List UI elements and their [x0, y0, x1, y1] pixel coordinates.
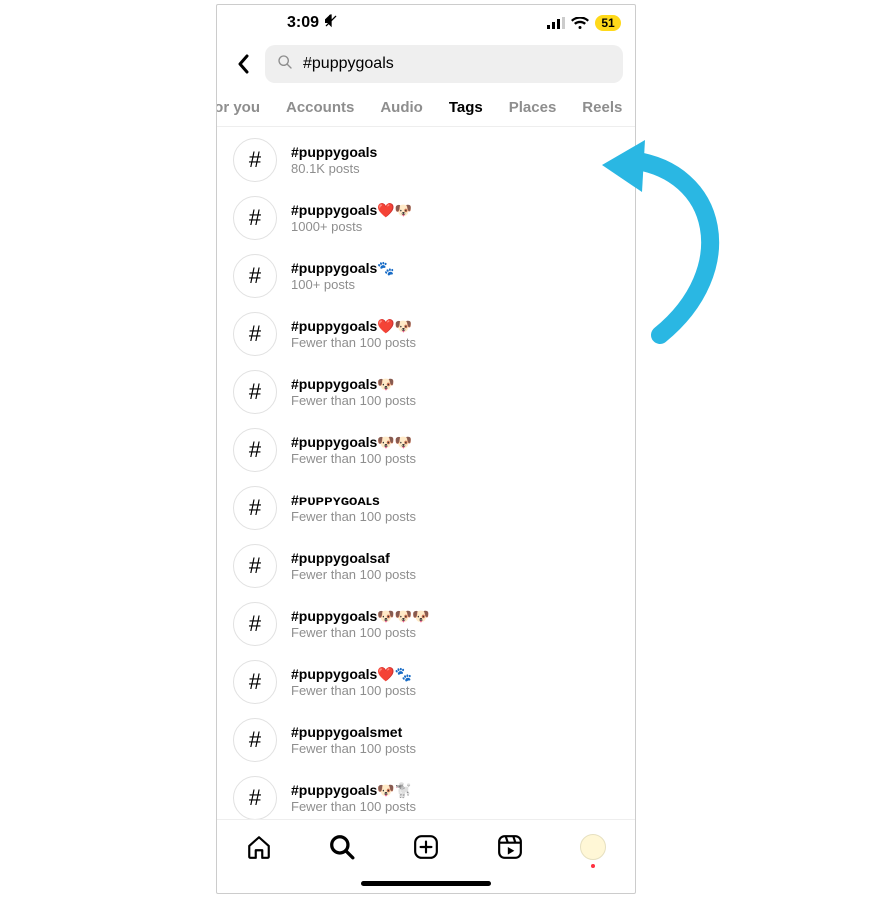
result-text: #puppygoalsmetFewer than 100 posts [291, 724, 416, 756]
result-text: #puppygoals🐶🐩Fewer than 100 posts [291, 782, 416, 814]
search-header [217, 41, 635, 93]
result-text: #ᴘᴜᴘᴘʏɢᴏᴀʟsFewer than 100 posts [291, 492, 416, 524]
hashtag-result[interactable]: # #puppygoals❤️🐶Fewer than 100 posts [217, 305, 635, 363]
tab-places[interactable]: Places [509, 93, 557, 126]
result-title: #ᴘᴜᴘᴘʏɢᴏᴀʟs [291, 492, 416, 509]
hashtag-result[interactable]: # #puppygoals❤️🐶1000+ posts [217, 189, 635, 247]
result-text: #puppygoals80.1K posts [291, 144, 377, 176]
nav-search[interactable] [327, 832, 357, 862]
status-bar: 3:09 51 [217, 5, 635, 41]
hashtag-icon: # [233, 718, 277, 762]
search-tabs: For you Accounts Audio Tags Places Reels [217, 93, 635, 127]
result-text: #puppygoals🐶🐶Fewer than 100 posts [291, 434, 416, 466]
nav-home[interactable] [244, 832, 274, 862]
search-input[interactable] [301, 54, 611, 74]
result-text: #puppygoals❤️🐶1000+ posts [291, 202, 412, 234]
result-title: #puppygoals🐶🐶🐶 [291, 608, 430, 625]
result-subtitle: 100+ posts [291, 277, 395, 293]
result-title: #puppygoals [291, 144, 377, 161]
hashtag-result[interactable]: # #puppygoals🐶🐶Fewer than 100 posts [217, 421, 635, 479]
result-title: #puppygoalsmet [291, 724, 416, 741]
cell-signal-icon [547, 17, 565, 29]
hashtag-icon: # [233, 544, 277, 588]
wifi-icon [571, 17, 589, 30]
result-subtitle: Fewer than 100 posts [291, 509, 416, 525]
hashtag-icon: # [233, 660, 277, 704]
tab-for-you[interactable]: For you [217, 93, 260, 126]
search-box[interactable] [265, 45, 623, 83]
result-title: #puppygoals❤️🐶 [291, 202, 412, 219]
hashtag-icon: # [233, 370, 277, 414]
result-subtitle: Fewer than 100 posts [291, 625, 430, 641]
back-button[interactable] [229, 48, 257, 80]
tab-reels[interactable]: Reels [582, 93, 622, 126]
result-subtitle: Fewer than 100 posts [291, 799, 416, 815]
hashtag-result[interactable]: # #puppygoals🐶🐶🐶Fewer than 100 posts [217, 595, 635, 653]
hashtag-result[interactable]: # #puppygoals80.1K posts [217, 131, 635, 189]
hashtag-icon: # [233, 486, 277, 530]
hashtag-icon: # [233, 428, 277, 472]
hashtag-result[interactable]: # #puppygoalsmetFewer than 100 posts [217, 711, 635, 769]
result-title: #puppygoals🐶🐩 [291, 782, 416, 799]
hashtag-icon: # [233, 138, 277, 182]
result-text: #puppygoals🐶Fewer than 100 posts [291, 376, 416, 408]
phone-frame: 3:09 51 [216, 4, 636, 894]
result-subtitle: Fewer than 100 posts [291, 393, 416, 409]
hashtag-icon: # [233, 776, 277, 819]
silent-icon [323, 13, 339, 34]
notification-dot [591, 864, 595, 868]
hashtag-result[interactable]: # #ᴘᴜᴘᴘʏɢᴏᴀʟsFewer than 100 posts [217, 479, 635, 537]
result-subtitle: Fewer than 100 posts [291, 683, 416, 699]
canvas: 3:09 51 [0, 0, 873, 900]
tab-audio[interactable]: Audio [380, 93, 423, 126]
hashtag-icon: # [233, 312, 277, 356]
result-subtitle: 1000+ posts [291, 219, 412, 235]
result-title: #puppygoals❤️🐾 [291, 666, 416, 683]
home-indicator [217, 873, 635, 893]
result-subtitle: 80.1K posts [291, 161, 377, 177]
battery-indicator: 51 [595, 15, 621, 31]
result-title: #puppygoals🐶 [291, 376, 416, 393]
result-text: #puppygoals❤️🐶Fewer than 100 posts [291, 318, 416, 350]
result-title: #puppygoals❤️🐶 [291, 318, 416, 335]
hashtag-icon: # [233, 196, 277, 240]
tab-tags[interactable]: Tags [449, 93, 483, 126]
nav-reels[interactable] [495, 832, 525, 862]
hashtag-icon: # [233, 254, 277, 298]
hashtag-result[interactable]: # #puppygoalsafFewer than 100 posts [217, 537, 635, 595]
result-title: #puppygoals🐾 [291, 260, 395, 277]
result-text: #puppygoals🐾100+ posts [291, 260, 395, 292]
result-title: #puppygoals🐶🐶 [291, 434, 416, 451]
status-time: 3:09 [287, 14, 319, 32]
tab-accounts[interactable]: Accounts [286, 93, 354, 126]
hashtag-result[interactable]: # #puppygoals🐶🐩Fewer than 100 posts [217, 769, 635, 819]
hashtag-result[interactable]: # #puppygoals❤️🐾Fewer than 100 posts [217, 653, 635, 711]
result-subtitle: Fewer than 100 posts [291, 741, 416, 757]
avatar [580, 834, 606, 860]
result-title: #puppygoalsaf [291, 550, 416, 567]
result-subtitle: Fewer than 100 posts [291, 451, 416, 467]
hashtag-result[interactable]: # #puppygoals🐾100+ posts [217, 247, 635, 305]
results-list[interactable]: ##puppygoals80.1K posts##puppygoals❤️🐶10… [217, 127, 635, 819]
nav-profile[interactable] [578, 832, 608, 862]
nav-create[interactable] [411, 832, 441, 862]
hashtag-icon: # [233, 602, 277, 646]
result-subtitle: Fewer than 100 posts [291, 567, 416, 583]
result-subtitle: Fewer than 100 posts [291, 335, 416, 351]
status-left: 3:09 [287, 13, 339, 34]
result-text: #puppygoals🐶🐶🐶Fewer than 100 posts [291, 608, 430, 640]
result-text: #puppygoals❤️🐾Fewer than 100 posts [291, 666, 416, 698]
result-text: #puppygoalsafFewer than 100 posts [291, 550, 416, 582]
hashtag-result[interactable]: # #puppygoals🐶Fewer than 100 posts [217, 363, 635, 421]
status-right: 51 [547, 15, 621, 31]
search-icon [277, 54, 293, 75]
bottom-nav [217, 819, 635, 873]
